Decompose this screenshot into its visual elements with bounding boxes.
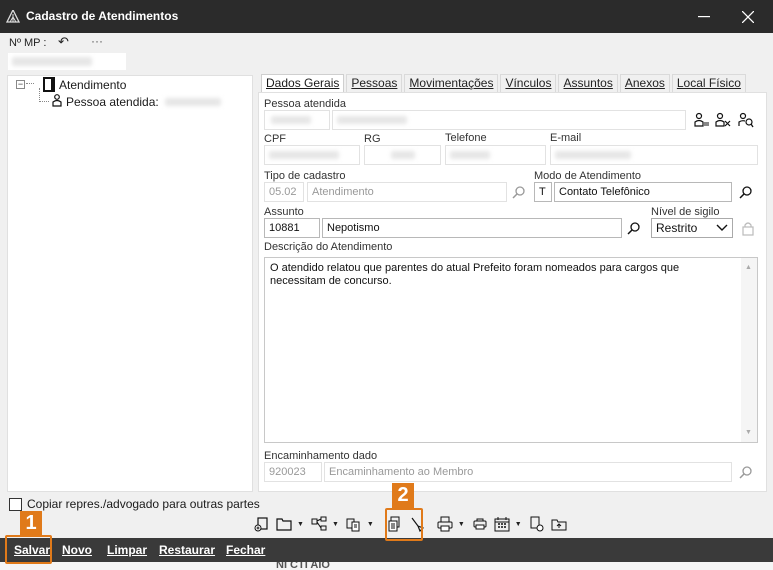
tree-node-label: Pessoa atendida:	[66, 95, 159, 109]
tree-collapse-icon[interactable]: −	[16, 80, 25, 89]
assunto-value-field[interactable]: Nepotismo	[322, 218, 622, 238]
undo-icon[interactable]: ↶	[58, 34, 69, 50]
tab-movimentacoes[interactable]: Movimentações	[404, 74, 499, 92]
lock-icon[interactable]	[740, 220, 756, 236]
descricao-text: O atendido relatou que parentes do atual…	[270, 262, 680, 287]
descricao-textarea[interactable]: O atendido relatou que parentes do atual…	[264, 257, 758, 443]
close-button[interactable]	[728, 0, 768, 33]
background-window-strip: NI CTI AIO	[0, 562, 773, 570]
tipo-code-field[interactable]: 05.02	[264, 182, 304, 202]
print-label-icon[interactable]	[471, 515, 489, 533]
descricao-label: Descrição do Atendimento	[264, 241, 393, 253]
new-button[interactable]: Novo	[62, 543, 92, 557]
restore-button[interactable]: Restaurar	[159, 543, 215, 557]
search-icon[interactable]	[738, 464, 754, 480]
more-options-icon[interactable]: ···	[91, 34, 103, 48]
background-window-text: NI CTI AIO	[276, 562, 330, 570]
telefone-label: Telefone	[445, 132, 487, 144]
encaminhamento-code-field[interactable]: 920023	[264, 462, 322, 482]
callout-badge-2: 2	[392, 483, 414, 508]
rg-field[interactable]	[364, 145, 441, 165]
scroll-down-icon[interactable]: ▼	[745, 426, 752, 439]
tipo-label: Tipo de cadastro	[264, 170, 346, 182]
copy-representative-label: Copiar repres./advogado para outras part…	[27, 497, 260, 511]
tab-assuntos[interactable]: Assuntos	[558, 74, 618, 92]
callout-box-save	[5, 535, 52, 564]
sigilo-label: Nível de sigilo	[651, 206, 720, 218]
cpf-field[interactable]	[264, 145, 360, 165]
mp-label: Nº MP :	[9, 37, 47, 49]
dropdown-arrow-icon[interactable]: ▼	[332, 521, 339, 528]
encaminhamento-value-field[interactable]: Encaminhamento ao Membro	[324, 462, 732, 482]
merge-documents-icon[interactable]	[345, 515, 363, 533]
assunto-code-field[interactable]: 10881	[264, 218, 320, 238]
calendar-icon[interactable]	[493, 515, 511, 533]
mp-number-field[interactable]	[8, 53, 126, 70]
sigilo-select[interactable]: Restrito	[651, 218, 733, 238]
person-icon	[52, 94, 62, 110]
dropdown-arrow-icon[interactable]: ▼	[515, 521, 522, 528]
search-icon[interactable]	[511, 184, 527, 200]
copy-representative-checkbox[interactable]	[9, 497, 22, 511]
email-field[interactable]	[550, 145, 758, 165]
modo-code-field[interactable]: T	[534, 182, 552, 202]
textarea-scrollbar[interactable]: ▲ ▼	[741, 258, 757, 442]
dropdown-arrow-icon[interactable]: ▼	[367, 521, 374, 528]
workflow-icon[interactable]	[310, 515, 328, 533]
remove-person-icon[interactable]	[715, 112, 731, 128]
rg-label: RG	[364, 133, 381, 145]
telefone-field[interactable]	[445, 145, 546, 165]
print-icon[interactable]	[436, 515, 454, 533]
scroll-up-icon[interactable]: ▲	[745, 261, 752, 274]
email-label: E-mail	[550, 132, 582, 144]
add-document-icon[interactable]	[253, 515, 271, 533]
encaminhamento-label: Encaminhamento dado	[264, 450, 378, 462]
dropdown-arrow-icon[interactable]: ▼	[297, 521, 304, 528]
title-bar: Cadastro de Atendimentos	[0, 0, 773, 33]
link-person-icon[interactable]	[694, 112, 710, 128]
modo-label: Modo de Atendimento	[534, 170, 642, 182]
search-person-icon[interactable]	[738, 112, 754, 128]
pessoa-name-field[interactable]	[332, 110, 686, 130]
chevron-down-icon	[716, 221, 728, 236]
close-form-button[interactable]: Fechar	[226, 543, 265, 557]
minimize-button[interactable]	[684, 0, 724, 33]
tree-node-atendimento[interactable]: − Atendimento	[16, 77, 126, 92]
app-logo-icon	[5, 8, 21, 23]
assunto-label: Assunto	[264, 206, 304, 218]
pessoa-code-field[interactable]	[264, 110, 330, 130]
tree-connector	[39, 101, 49, 102]
bottom-action-bar: Salvar Novo Limpar Restaurar Fechar	[0, 538, 773, 562]
clear-button[interactable]: Limpar	[107, 543, 147, 557]
mp-row: Nº MP : ↶ ···	[0, 33, 773, 75]
tab-vinculos[interactable]: Vínculos	[500, 74, 557, 92]
tipo-value-field[interactable]: Atendimento	[307, 182, 507, 202]
tab-local-fisico[interactable]: Local Físico	[671, 74, 746, 92]
cpf-label: CPF	[264, 133, 286, 145]
pessoa-label: Pessoa atendida	[264, 98, 346, 110]
tab-pessoas[interactable]: Pessoas	[346, 74, 403, 92]
tree-connector	[39, 88, 40, 102]
modo-value-field[interactable]: Contato Telefônico	[554, 182, 732, 202]
tree-node-pessoa[interactable]: Pessoa atendida:	[52, 94, 223, 110]
tree-node-label: Atendimento	[59, 77, 127, 92]
dropdown-arrow-icon[interactable]: ▼	[458, 521, 465, 528]
tab-bar: Dados Gerais Pessoas Movimentações Víncu…	[261, 74, 748, 93]
tree-panel: − Atendimento Pessoa atendida:	[7, 75, 253, 492]
copy-representative-option[interactable]: Copiar repres./advogado para outras part…	[9, 497, 260, 511]
search-icon[interactable]	[738, 184, 754, 200]
callout-badge-1: 1	[20, 511, 42, 536]
folder-icon[interactable]	[275, 515, 293, 533]
search-icon[interactable]	[626, 220, 642, 236]
callout-box-copy	[385, 508, 423, 541]
tab-anexos[interactable]: Anexos	[619, 74, 670, 92]
tab-dados-gerais[interactable]: Dados Gerais	[261, 74, 345, 93]
document-settings-icon[interactable]	[528, 515, 546, 533]
document-icon	[43, 77, 55, 92]
tree-connector	[26, 83, 34, 84]
export-folder-icon[interactable]	[550, 515, 568, 533]
sigilo-selected-value: Restrito	[656, 221, 698, 235]
window-title: Cadastro de Atendimentos	[26, 9, 179, 23]
